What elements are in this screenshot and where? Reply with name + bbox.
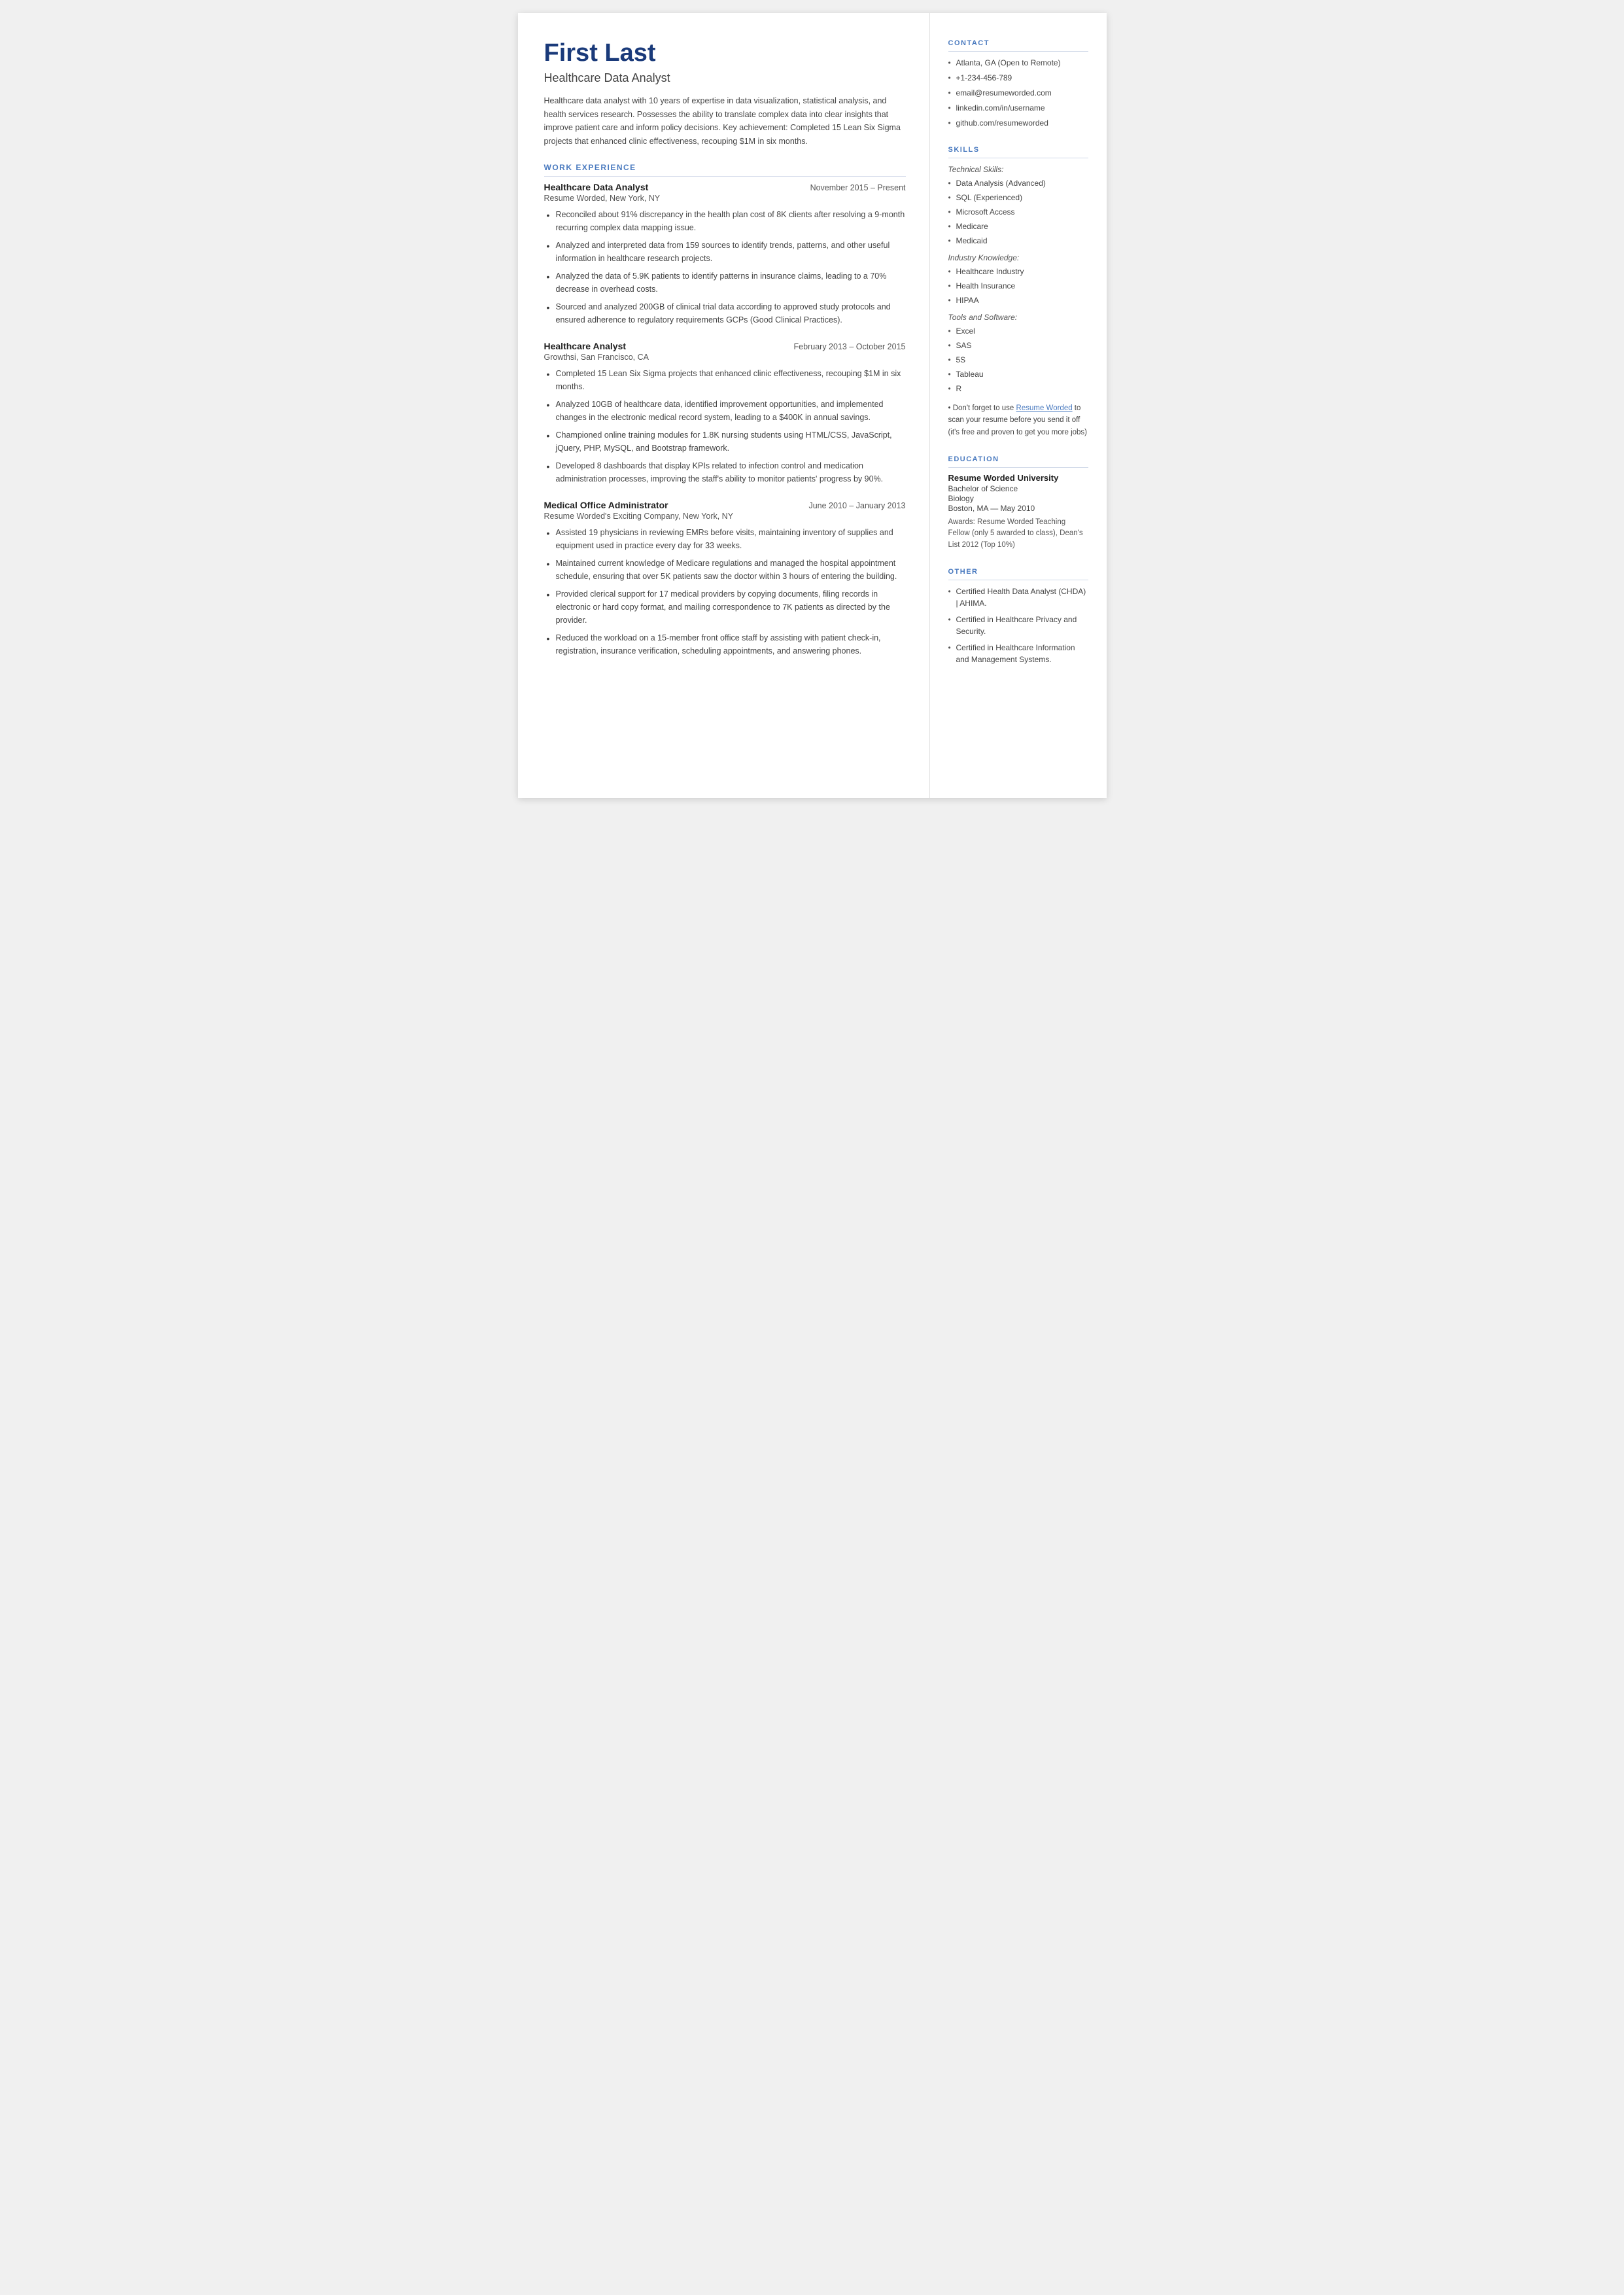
job-company-3: Resume Worded's Exciting Company, New Yo… (544, 512, 906, 521)
resume-worded-link[interactable]: Resume Worded (1016, 404, 1073, 412)
job-bullets-1: Reconciled about 91% discrepancy in the … (544, 208, 906, 326)
left-column: First Last Healthcare Data Analyst Healt… (518, 13, 930, 798)
tool-4: Tableau (948, 368, 1088, 380)
skill-5: Medicaid (948, 235, 1088, 247)
other-list: Certified Health Data Analyst (CHDA) | A… (948, 586, 1088, 665)
contact-phone: +1-234-456-789 (948, 72, 1088, 84)
bullet-3-1: Assisted 19 physicians in reviewing EMRs… (544, 526, 906, 552)
name: First Last (544, 39, 906, 67)
other-item-2: Certified in Healthcare Privacy and Secu… (948, 614, 1088, 637)
job-block-1: Healthcare Data Analyst November 2015 – … (544, 182, 906, 326)
resume-page: First Last Healthcare Data Analyst Healt… (518, 13, 1107, 798)
bullet-3-3: Provided clerical support for 17 medical… (544, 587, 906, 627)
bullet-2-1: Completed 15 Lean Six Sigma projects tha… (544, 367, 906, 393)
tools-label: Tools and Software: (948, 313, 1088, 322)
job-header-3: Medical Office Administrator June 2010 –… (544, 500, 906, 510)
skill-4: Medicare (948, 220, 1088, 232)
contact-list: Atlanta, GA (Open to Remote) +1-234-456-… (948, 57, 1088, 129)
bullet-3-2: Maintained current knowledge of Medicare… (544, 557, 906, 583)
bullet-1-2: Analyzed and interpreted data from 159 s… (544, 239, 906, 265)
job-dates-2: February 2013 – October 2015 (794, 342, 906, 351)
edu-field: Biology (948, 494, 1088, 503)
bullet-1-3: Analyzed the data of 5.9K patients to id… (544, 270, 906, 296)
tool-2: SAS (948, 340, 1088, 351)
technical-skills-label: Technical Skills: (948, 165, 1088, 174)
bullet-2-2: Analyzed 10GB of healthcare data, identi… (544, 398, 906, 424)
other-item-3: Certified in Healthcare Information and … (948, 642, 1088, 665)
industry-skills-list: Healthcare Industry Health Insurance HIP… (948, 266, 1088, 306)
contact-github: github.com/resumeworded (948, 117, 1088, 129)
tool-1: Excel (948, 325, 1088, 337)
job-header-1: Healthcare Data Analyst November 2015 – … (544, 182, 906, 192)
skill-1: Data Analysis (Advanced) (948, 177, 1088, 189)
contact-city: Atlanta, GA (Open to Remote) (948, 57, 1088, 69)
other-header: OTHER (948, 568, 1088, 580)
job-title: Healthcare Data Analyst (544, 71, 906, 85)
technical-skills-list: Data Analysis (Advanced) SQL (Experience… (948, 177, 1088, 247)
job-dates-3: June 2010 – January 2013 (808, 501, 905, 510)
job-company-2: Growthsi, San Francisco, CA (544, 353, 906, 362)
summary: Healthcare data analyst with 10 years of… (544, 94, 906, 149)
other-item-1: Certified Health Data Analyst (CHDA) | A… (948, 586, 1088, 609)
industry-knowledge-label: Industry Knowledge: (948, 253, 1088, 262)
job-title-2: Healthcare Analyst (544, 341, 627, 351)
bullet-3-4: Reduced the workload on a 15-member fron… (544, 631, 906, 657)
skills-header: SKILLS (948, 146, 1088, 158)
tool-5: R (948, 383, 1088, 394)
job-title-1: Healthcare Data Analyst (544, 182, 649, 192)
bullet-2-3: Championed online training modules for 1… (544, 429, 906, 455)
edu-degree: Bachelor of Science (948, 484, 1088, 493)
education-section: EDUCATION Resume Worded University Bache… (948, 455, 1088, 551)
bullet-2-4: Developed 8 dashboards that display KPIs… (544, 459, 906, 485)
promo-text: • Don't forget to use Resume Worded to s… (948, 402, 1088, 438)
education-header: EDUCATION (948, 455, 1088, 468)
skills-section: SKILLS Technical Skills: Data Analysis (… (948, 146, 1088, 438)
bullet-1-1: Reconciled about 91% discrepancy in the … (544, 208, 906, 234)
job-company-1: Resume Worded, New York, NY (544, 194, 906, 203)
job-dates-1: November 2015 – Present (810, 183, 906, 192)
tool-3: 5S (948, 354, 1088, 366)
industry-skill-1: Healthcare Industry (948, 266, 1088, 277)
job-header-2: Healthcare Analyst February 2013 – Octob… (544, 341, 906, 351)
work-experience-header: WORK EXPERIENCE (544, 163, 906, 177)
edu-awards: Awards: Resume Worded Teaching Fellow (o… (948, 517, 1088, 551)
skill-3: Microsoft Access (948, 206, 1088, 218)
job-bullets-3: Assisted 19 physicians in reviewing EMRs… (544, 526, 906, 657)
bullet-1-4: Sourced and analyzed 200GB of clinical t… (544, 300, 906, 326)
contact-linkedin: linkedin.com/in/username (948, 102, 1088, 114)
contact-header: CONTACT (948, 39, 1088, 52)
edu-school: Resume Worded University (948, 473, 1088, 483)
industry-skill-2: Health Insurance (948, 280, 1088, 292)
skill-2: SQL (Experienced) (948, 192, 1088, 203)
right-column: CONTACT Atlanta, GA (Open to Remote) +1-… (930, 13, 1107, 798)
tools-list: Excel SAS 5S Tableau R (948, 325, 1088, 394)
edu-location: Boston, MA — May 2010 (948, 504, 1088, 513)
contact-section: CONTACT Atlanta, GA (Open to Remote) +1-… (948, 39, 1088, 129)
job-block-2: Healthcare Analyst February 2013 – Octob… (544, 341, 906, 485)
job-title-3: Medical Office Administrator (544, 500, 668, 510)
contact-email: email@resumeworded.com (948, 87, 1088, 99)
job-block-3: Medical Office Administrator June 2010 –… (544, 500, 906, 657)
industry-skill-3: HIPAA (948, 294, 1088, 306)
other-section: OTHER Certified Health Data Analyst (CHD… (948, 568, 1088, 665)
job-bullets-2: Completed 15 Lean Six Sigma projects tha… (544, 367, 906, 485)
